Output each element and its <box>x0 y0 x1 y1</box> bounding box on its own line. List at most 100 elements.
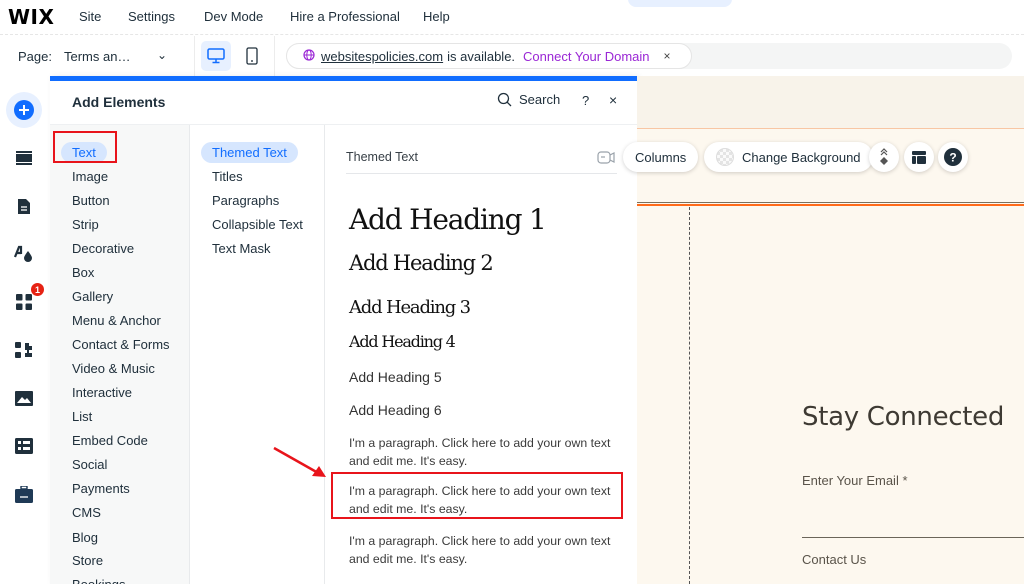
contact-us-text[interactable]: Contact Us <box>802 552 866 567</box>
section-help-button[interactable]: ? <box>938 142 968 172</box>
category-strip[interactable]: Strip <box>72 217 99 232</box>
heading-6-preset[interactable]: Add Heading 6 <box>349 402 442 418</box>
subcategory-paragraphs[interactable]: Paragraphs <box>212 193 279 208</box>
category-bookings[interactable]: Bookings <box>72 577 125 584</box>
menu-hire-a-professional[interactable]: Hire a Professional <box>290 9 400 24</box>
domain-status-text: is available. <box>447 48 516 64</box>
help-circle-icon: ? <box>944 148 962 166</box>
move-section-button[interactable] <box>869 142 899 172</box>
add-icon <box>14 100 34 120</box>
business-apps-button[interactable] <box>6 332 42 368</box>
globe-icon <box>303 48 315 64</box>
toolbar-divider <box>274 36 275 76</box>
menu-help[interactable]: Help <box>423 9 450 24</box>
category-box[interactable]: Box <box>72 265 94 280</box>
change-background-button[interactable]: Change Background <box>704 142 873 172</box>
columns-label: Columns <box>635 149 687 165</box>
background-swatch-icon <box>716 148 734 166</box>
business-apps-icon <box>15 342 32 358</box>
heading-2-preset[interactable]: Add Heading 2 <box>349 251 494 275</box>
category-cms[interactable]: CMS <box>72 505 101 520</box>
search-button[interactable]: Search <box>497 92 560 107</box>
paragraph-1-preset[interactable]: I'm a paragraph. Click here to add your … <box>349 434 619 470</box>
sections-icon <box>16 151 32 165</box>
portfolio-button[interactable] <box>6 476 42 512</box>
pages-icon <box>18 198 30 214</box>
video-icon <box>597 151 615 164</box>
category-store[interactable]: Store <box>72 553 103 568</box>
category-video-music[interactable]: Video & Music <box>72 361 155 376</box>
connect-domain-link[interactable]: Connect Your Domain <box>523 49 649 64</box>
category-payments[interactable]: Payments <box>72 481 130 496</box>
sections-button[interactable] <box>6 140 42 176</box>
subcategory-titles[interactable]: Titles <box>212 169 243 184</box>
category-blog[interactable]: Blog <box>72 530 98 545</box>
stay-connected-heading[interactable]: Stay Connected <box>802 402 1004 432</box>
media-button[interactable] <box>6 380 42 416</box>
close-icon[interactable]: × <box>609 92 617 108</box>
email-input[interactable] <box>802 537 1024 538</box>
cms-icon <box>15 438 33 454</box>
category-gallery[interactable]: Gallery <box>72 289 113 304</box>
subcategory-list: Themed Text Titles Paragraphs Collapsibl… <box>190 125 325 584</box>
site-design-button[interactable] <box>6 236 42 272</box>
mobile-view-button[interactable] <box>237 41 267 71</box>
category-list[interactable]: List <box>72 409 92 424</box>
app-market-button[interactable]: 1 <box>6 282 45 320</box>
desktop-icon <box>207 48 225 64</box>
category-interactive[interactable]: Interactive <box>72 385 132 400</box>
add-elements-button[interactable] <box>6 92 42 128</box>
subcategory-collapsible-text[interactable]: Collapsible Text <box>212 217 303 232</box>
pages-button[interactable] <box>6 188 42 224</box>
menu-site[interactable]: Site <box>79 9 101 24</box>
search-icon <box>497 92 512 107</box>
top-menu-bar: WIX Site Settings Dev Mode Hire a Profes… <box>0 0 1024 35</box>
panel-header: Add Elements Search ? × <box>50 81 637 125</box>
cms-button[interactable] <box>6 428 42 464</box>
category-list: Text Image Button Strip Decorative Box G… <box>50 125 190 584</box>
divider <box>346 173 617 174</box>
category-image[interactable]: Image <box>72 169 108 184</box>
category-text[interactable]: Text <box>61 142 107 163</box>
collapse-topbar-button[interactable]: ⌃ <box>628 0 732 7</box>
close-icon[interactable]: × <box>664 49 671 63</box>
paragraph-2-preset[interactable]: I'm a paragraph. Click here to add your … <box>349 482 619 518</box>
wix-logo[interactable]: WIX <box>8 5 54 29</box>
help-icon[interactable]: ? <box>582 93 589 108</box>
column-guide <box>689 207 690 584</box>
editor-canvas[interactable]: Columns Change Background ? Stay Connect… <box>623 76 1024 584</box>
page-selector[interactable]: Terms an… <box>64 49 130 64</box>
design-icon <box>14 245 32 262</box>
heading-4-preset[interactable]: Add Heading 4 <box>349 332 456 351</box>
page-label: Page: <box>18 49 52 64</box>
section-heading: Themed Text <box>346 150 419 164</box>
category-menu-anchor[interactable]: Menu & Anchor <box>72 313 161 328</box>
menu-settings[interactable]: Settings <box>128 9 175 24</box>
desktop-view-button[interactable] <box>201 41 231 71</box>
category-social[interactable]: Social <box>72 457 107 472</box>
heading-3-preset[interactable]: Add Heading 3 <box>349 297 471 318</box>
element-preview-list: Themed Text Add Heading 1 Add Heading 2 … <box>325 125 637 584</box>
panel-title: Add Elements <box>72 94 166 110</box>
chevron-down-icon[interactable]: ⌄ <box>157 48 167 62</box>
heading-5-preset[interactable]: Add Heading 5 <box>349 369 442 385</box>
menu-dev-mode[interactable]: Dev Mode <box>204 9 263 24</box>
editor-toolbar: Page: Terms an… ⌄ websitespolicies.com i… <box>0 36 1024 76</box>
heading-1-preset[interactable]: Add Heading 1 <box>349 203 547 236</box>
video-tutorial-button[interactable] <box>597 151 615 169</box>
paragraph-3-preset[interactable]: I'm a paragraph. Click here to add your … <box>349 532 621 568</box>
subcategory-themed-text[interactable]: Themed Text <box>201 142 298 163</box>
category-decorative[interactable]: Decorative <box>72 241 134 256</box>
subcategory-text-mask[interactable]: Text Mask <box>212 241 271 256</box>
category-embed-code[interactable]: Embed Code <box>72 433 148 448</box>
category-button[interactable]: Button <box>72 193 110 208</box>
svg-text:?: ? <box>949 151 956 165</box>
layout-icon <box>912 150 926 164</box>
columns-button[interactable]: Columns <box>623 142 699 172</box>
notification-badge: 1 <box>30 282 45 297</box>
category-contact-forms[interactable]: Contact & Forms <box>72 337 170 352</box>
domain-url-link[interactable]: websitespolicies.com <box>321 49 443 64</box>
email-field-label[interactable]: Enter Your Email * <box>802 473 908 488</box>
toolbar-divider <box>194 36 195 76</box>
section-layout-button[interactable] <box>904 142 934 172</box>
